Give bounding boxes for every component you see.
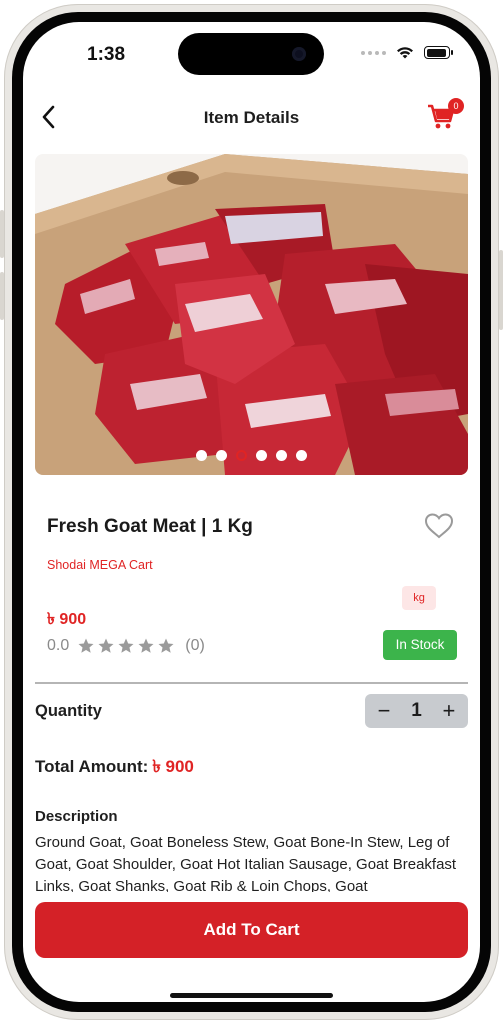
home-indicator[interactable] bbox=[170, 993, 333, 998]
description-title: Description bbox=[35, 808, 118, 825]
heart-icon bbox=[424, 513, 454, 539]
carousel-dot[interactable] bbox=[196, 450, 207, 461]
cart-count-badge: 0 bbox=[448, 98, 464, 114]
star-icon bbox=[158, 638, 174, 653]
product-price: ৳ 900 bbox=[47, 611, 87, 628]
signal-icon bbox=[361, 50, 386, 55]
quantity-stepper: − 1 + bbox=[365, 694, 468, 728]
product-image-carousel[interactable] bbox=[35, 154, 468, 475]
wifi-icon bbox=[397, 47, 413, 59]
rating-value: 0.0 bbox=[47, 637, 70, 654]
battery-icon bbox=[424, 46, 453, 59]
star-icon bbox=[138, 638, 154, 653]
stock-status-badge: In Stock bbox=[383, 630, 457, 660]
shop-name-link[interactable]: Shodai MEGA Cart bbox=[47, 558, 153, 572]
carousel-dot[interactable] bbox=[216, 450, 227, 461]
carousel-dot[interactable] bbox=[256, 450, 267, 461]
favorite-button[interactable] bbox=[424, 512, 454, 540]
star-icon bbox=[78, 638, 94, 653]
decrease-quantity-button[interactable]: − bbox=[375, 700, 393, 722]
rating-stars bbox=[77, 637, 175, 655]
review-count: (0) bbox=[185, 637, 205, 654]
total-amount: Total Amount: ৳ 900 bbox=[35, 754, 194, 782]
status-time: 1:38 bbox=[87, 44, 126, 65]
product-name: Fresh Goat Meat | 1 Kg bbox=[47, 516, 253, 537]
quantity-label: Quantity bbox=[35, 702, 102, 720]
power-button bbox=[499, 250, 503, 330]
volume-down-button bbox=[0, 272, 4, 320]
page-title: Item Details bbox=[203, 108, 300, 127]
product-image bbox=[35, 154, 468, 475]
quantity-value: 1 bbox=[411, 700, 422, 721]
camera-icon bbox=[292, 47, 306, 61]
carousel-dot[interactable] bbox=[276, 450, 287, 461]
description-text: Ground Goat, Goat Boneless Stew, Goat Bo… bbox=[35, 834, 457, 892]
carousel-dot[interactable] bbox=[236, 450, 247, 461]
carousel-indicators bbox=[35, 450, 468, 461]
star-icon bbox=[98, 638, 114, 653]
add-to-cart-button[interactable]: Add To Cart bbox=[35, 902, 468, 958]
dynamic-island bbox=[178, 33, 324, 75]
status-icons bbox=[361, 46, 453, 59]
rating-row: 0.0 (0) bbox=[47, 637, 205, 655]
divider bbox=[35, 682, 468, 684]
app-header: Item Details 0 bbox=[23, 98, 480, 134]
total-amount-label: Total Amount: bbox=[35, 757, 149, 776]
phone-frame: 1:38 Item Details 0 Fresh Goat Meat | 1 … bbox=[0, 0, 503, 1024]
app-screen: 1:38 Item Details 0 Fresh Goat Meat | 1 … bbox=[23, 22, 480, 1002]
star-icon bbox=[118, 638, 134, 653]
unit-badge: kg bbox=[402, 586, 436, 610]
carousel-dot[interactable] bbox=[296, 450, 307, 461]
volume-up-button bbox=[0, 210, 4, 258]
increase-quantity-button[interactable]: + bbox=[440, 700, 458, 722]
total-amount-value: ৳ 900 bbox=[152, 757, 194, 776]
cart-button[interactable]: 0 bbox=[426, 98, 464, 132]
